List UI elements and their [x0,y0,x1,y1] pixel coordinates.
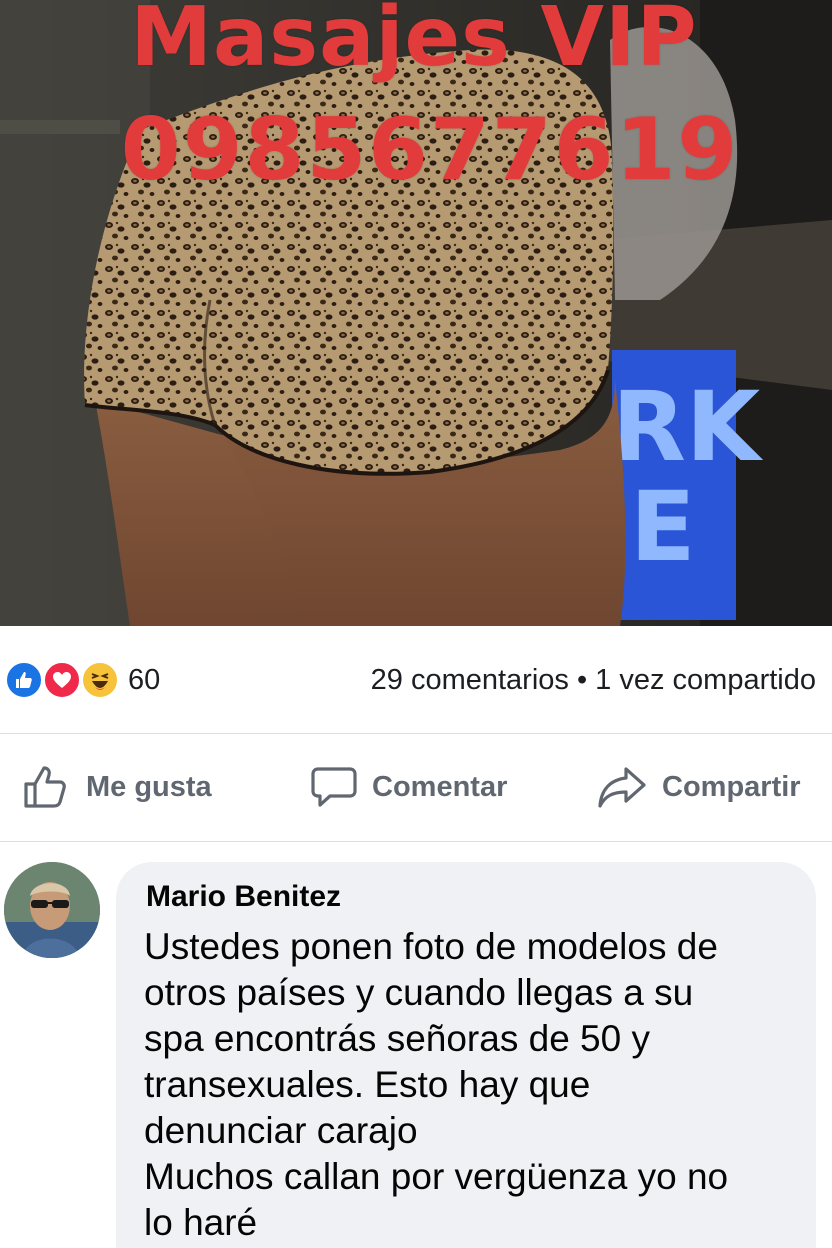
reaction-stats-row: 60 29 comentarios • 1 vez compartido [0,626,832,734]
overlay-title: Masajes VIP [130,0,698,85]
reaction-count[interactable]: 60 [128,664,160,697]
haha-reaction-icon [80,660,120,700]
comment-bubble-icon [311,767,357,807]
comment-line: transexuales. Esto hay que [144,1064,591,1105]
comment-line: lo haré [144,1202,258,1243]
like-button-label: Me gusta [86,770,212,803]
comment-button-label: Comentar [372,770,508,803]
svg-text:E: E [630,471,696,583]
overlay-phone-number: 0985677619 [120,100,740,200]
comment-body: Ustedes ponen foto de modelos de otros p… [144,924,784,1246]
comment-line: Muchos callan por vergüenza yo no [144,1156,729,1197]
love-reaction-icon [42,660,82,700]
facebook-post-screen: RK E Masajes VIP 0985677619 60 29 coment… [0,0,832,1248]
comment-button[interactable]: Comentar [310,762,507,812]
comment-line: otros países y cuando llegas a su [144,972,694,1013]
commenter-avatar[interactable] [4,862,100,958]
like-button[interactable]: Me gusta [22,762,212,812]
neon-sign-text: RK [612,371,764,483]
comment-line: spa encontrás señoras de 50 y [144,1018,650,1059]
comments-shares-count[interactable]: 29 comentarios • 1 vez compartido [371,664,816,697]
post-photo[interactable]: RK E Masajes VIP 0985677619 [0,0,832,626]
photo-scene: RK E [0,0,832,626]
share-button[interactable]: Compartir [596,762,801,812]
comment-item: Mario Benitez Ustedes ponen foto de mode… [0,842,832,1248]
comment-author-name[interactable]: Mario Benitez [146,880,341,914]
share-button-label: Compartir [662,770,801,803]
comment-bubble[interactable]: Mario Benitez Ustedes ponen foto de mode… [116,862,816,1248]
like-reaction-icon [4,660,44,700]
comment-line: denunciar carajo [144,1110,418,1151]
post-action-bar: Me gusta Comentar Compartir [0,734,832,842]
comment-line: Ustedes ponen foto de modelos de [144,926,718,967]
thumbs-up-icon [24,766,66,808]
share-arrow-icon [598,767,646,808]
